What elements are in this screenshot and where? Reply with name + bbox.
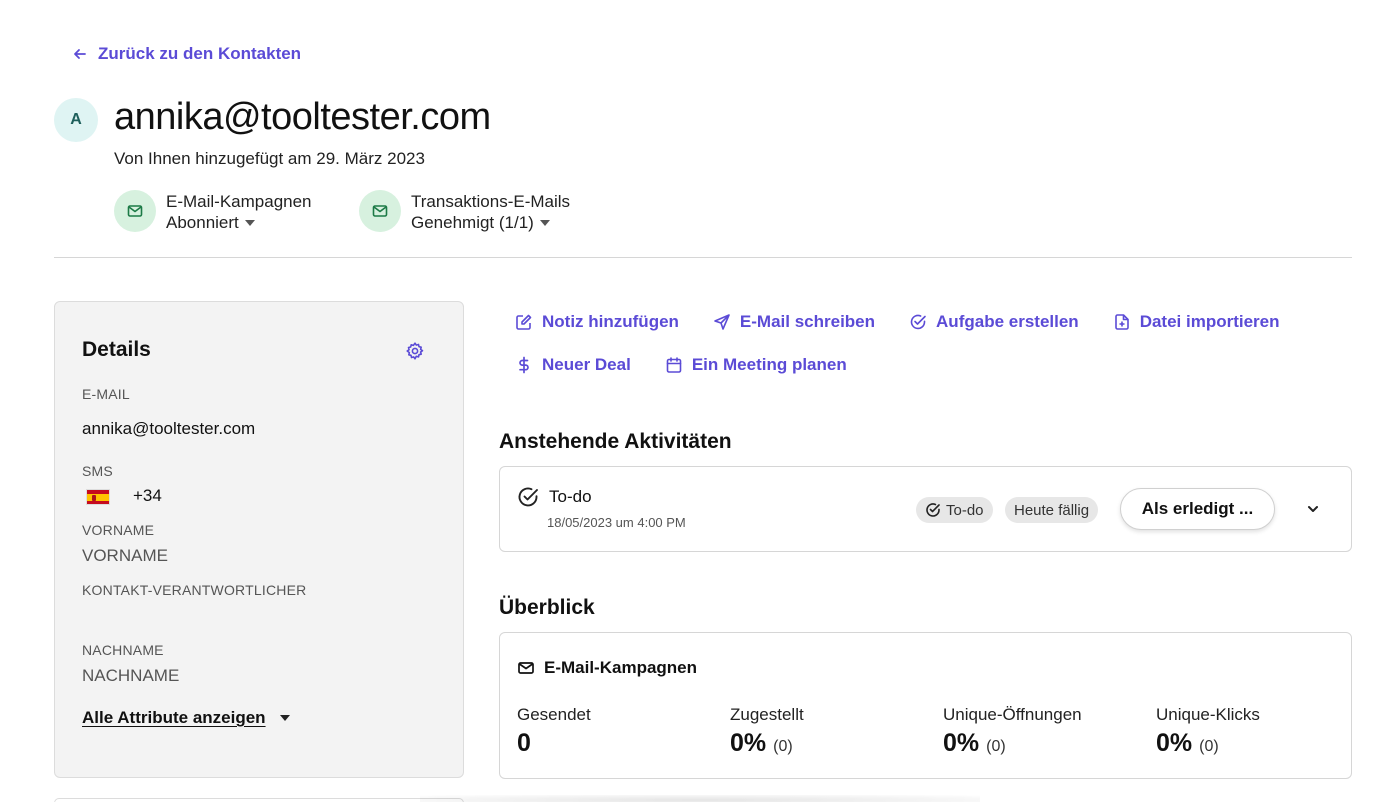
- caret-down-icon: [244, 219, 255, 226]
- new-deal-button[interactable]: Neuer Deal: [515, 355, 631, 375]
- file-import-icon: [1114, 314, 1129, 330]
- stat-value: 0%: [943, 729, 980, 757]
- next-panel-edge: [54, 798, 464, 802]
- contact-owner-label: KONTAKT-VERANTWORTLICHER: [82, 582, 307, 598]
- stat-value: 0%: [730, 729, 767, 757]
- subscription-label: Transaktions-E-Mails: [411, 192, 571, 211]
- stat-unique-opens: Unique-Öffnungen 0% (0): [943, 705, 1082, 758]
- spain-flag-icon: [86, 489, 110, 505]
- firstname-value[interactable]: VORNAME: [82, 546, 168, 566]
- show-all-attributes-label: Alle Attribute anzeigen: [82, 708, 266, 727]
- action-label: Aufgabe erstellen: [936, 312, 1079, 331]
- email-label: E-MAIL: [82, 386, 130, 402]
- mark-as-done-button[interactable]: Als erledigt ...: [1120, 488, 1275, 530]
- stat-value: 0: [517, 729, 531, 757]
- action-label: Datei importieren: [1139, 312, 1280, 331]
- action-bar-row-1: Notiz hinzufügen E-Mail schreiben Aufgab…: [515, 312, 1280, 332]
- details-title: Details: [82, 338, 151, 361]
- import-file-button[interactable]: Datei importieren: [1113, 312, 1280, 332]
- action-label: Ein Meeting planen: [691, 355, 847, 374]
- subscription-status: Abonniert: [166, 213, 239, 232]
- dollar-icon: [519, 356, 529, 374]
- action-label: Notiz hinzufügen: [542, 312, 679, 331]
- overview-title: Überblick: [499, 596, 595, 619]
- avatar: A: [54, 98, 98, 142]
- stat-sent: Gesendet 0: [517, 705, 591, 758]
- mail-icon: [518, 662, 534, 674]
- stat-count: (0): [1199, 738, 1219, 755]
- overview-card-title: E-Mail-Kampagnen: [544, 658, 698, 677]
- stat-value: 0%: [1156, 729, 1193, 757]
- lastname-label: NACHNAME: [82, 642, 164, 658]
- mail-icon: [359, 190, 401, 232]
- sms-label: SMS: [82, 463, 113, 479]
- activity-title: To-do: [549, 487, 592, 506]
- gear-icon[interactable]: [405, 341, 425, 361]
- back-link-label: Zurück zu den Kontakten: [98, 44, 302, 63]
- write-email-button[interactable]: E-Mail schreiben: [713, 312, 875, 332]
- due-today-badge: Heute fällig: [1005, 497, 1099, 523]
- subscription-status: Genehmigt (1/1): [411, 213, 534, 232]
- sms-value[interactable]: +34: [133, 486, 162, 506]
- show-all-attributes-button[interactable]: Alle Attribute anzeigen: [82, 708, 290, 728]
- stat-delivered: Zugestellt 0% (0): [730, 705, 804, 758]
- overview-card-header: E-Mail-Kampagnen: [517, 658, 697, 678]
- stat-unique-clicks: Unique-Klicks 0% (0): [1156, 705, 1260, 758]
- stat-label: Unique-Klicks: [1156, 705, 1260, 724]
- stat-label: Gesendet: [517, 705, 591, 724]
- caret-down-icon: [279, 715, 290, 721]
- page-title: annika@tooltester.com: [114, 96, 491, 138]
- edit-note-icon: [516, 314, 532, 330]
- activity-item[interactable]: To-do 18/05/2023 um 4:00 PM To-do Heute …: [499, 466, 1352, 552]
- todo-type-badge: To-do: [916, 497, 993, 523]
- lastname-value[interactable]: NACHNAME: [82, 666, 179, 686]
- details-panel: Details E-MAIL annika@tooltester.com SMS…: [54, 301, 464, 778]
- stat-count: (0): [773, 738, 793, 755]
- create-task-button[interactable]: Aufgabe erstellen: [909, 312, 1079, 332]
- check-circle-icon: [910, 314, 926, 330]
- email-value[interactable]: annika@tooltester.com: [82, 419, 255, 439]
- arrow-left-icon: [74, 49, 86, 59]
- caret-down-icon: [539, 219, 550, 226]
- overview-email-campaigns-card: E-Mail-Kampagnen Gesendet 0 Zugestellt 0…: [499, 632, 1352, 779]
- subscription-label: E-Mail-Kampagnen: [166, 192, 312, 211]
- subscription-status-dropdown[interactable]: Genehmigt (1/1): [411, 212, 570, 233]
- upcoming-activities-title: Anstehende Aktivitäten: [499, 430, 732, 453]
- badge-label: To-do: [946, 501, 984, 519]
- scroll-shadow: [420, 795, 980, 802]
- chevron-down-icon[interactable]: [1303, 499, 1323, 519]
- check-circle-icon: [518, 487, 538, 507]
- stat-count: (0): [986, 738, 1006, 755]
- header-divider: [54, 257, 1352, 258]
- firstname-label: VORNAME: [82, 522, 155, 538]
- action-label: E-Mail schreiben: [739, 312, 876, 331]
- activity-date: 18/05/2023 um 4:00 PM: [547, 515, 686, 530]
- action-bar-row-2: Neuer Deal Ein Meeting planen: [515, 355, 847, 375]
- plan-meeting-button[interactable]: Ein Meeting planen: [665, 355, 847, 375]
- stat-label: Unique-Öffnungen: [943, 705, 1082, 724]
- add-note-button[interactable]: Notiz hinzufügen: [515, 312, 679, 332]
- subscription-status-dropdown[interactable]: Abonniert: [166, 212, 312, 233]
- action-label: Neuer Deal: [542, 355, 631, 374]
- mail-icon: [114, 190, 156, 232]
- calendar-icon: [666, 357, 682, 373]
- subscription-email-campaigns: E-Mail-Kampagnen Abonniert: [114, 190, 312, 233]
- back-to-contacts-link[interactable]: Zurück zu den Kontakten: [72, 44, 301, 64]
- added-info: Von Ihnen hinzugefügt am 29. März 2023: [114, 149, 425, 168]
- badge-label: Heute fällig: [1014, 501, 1090, 519]
- send-icon: [714, 314, 730, 330]
- subscription-transactional-emails: Transaktions-E-Mails Genehmigt (1/1): [359, 190, 570, 233]
- check-circle-icon: [926, 503, 940, 517]
- stat-label: Zugestellt: [730, 705, 804, 724]
